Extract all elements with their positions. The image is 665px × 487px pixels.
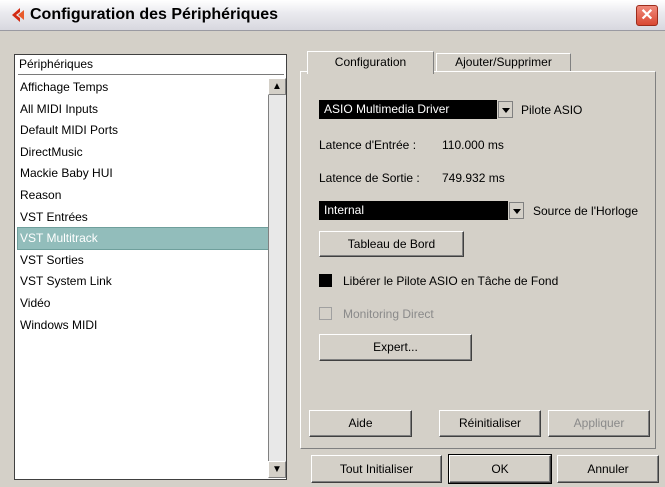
asio-driver-select[interactable]: ASIO Multimedia Driver bbox=[319, 100, 497, 119]
release-driver-label: Libérer le Pilote ASIO en Tâche de Fond bbox=[343, 274, 559, 288]
reset-all-button[interactable]: Tout Initialiser bbox=[311, 455, 442, 483]
list-item[interactable]: Reason bbox=[20, 185, 266, 206]
monitoring-direct-label: Monitoring Direct bbox=[343, 307, 434, 321]
input-latency-label: Latence d'Entrée : bbox=[319, 138, 417, 152]
list-item[interactable]: All MIDI Inputs bbox=[20, 99, 266, 120]
list-item[interactable]: Vidéo bbox=[20, 293, 266, 314]
list-item[interactable]: Default MIDI Ports bbox=[20, 120, 266, 141]
tab-add-remove[interactable]: Ajouter/Supprimer bbox=[436, 53, 571, 71]
input-latency-value: 110.000 ms bbox=[442, 138, 504, 152]
output-latency-label: Latence de Sortie : bbox=[319, 171, 420, 185]
close-button[interactable]: ✕ bbox=[636, 5, 658, 26]
chevron-down-icon[interactable] bbox=[498, 101, 513, 118]
expert-button[interactable]: Expert... bbox=[319, 334, 472, 361]
header-divider bbox=[18, 74, 284, 75]
release-driver-checkbox[interactable] bbox=[319, 274, 332, 287]
arrow-down-icon: ▼ bbox=[272, 464, 282, 475]
list-item[interactable]: Windows MIDI bbox=[20, 315, 266, 336]
list-item[interactable]: Affichage Temps bbox=[20, 77, 266, 98]
chevron-down-icon[interactable] bbox=[509, 202, 524, 219]
list-item[interactable]: VST System Link bbox=[20, 271, 266, 292]
help-button[interactable]: Aide bbox=[309, 410, 412, 437]
clock-source-select[interactable]: Internal bbox=[319, 201, 508, 220]
list-item[interactable]: VST Sorties bbox=[20, 250, 266, 271]
configuration-panel bbox=[300, 71, 656, 449]
apply-button[interactable]: Appliquer bbox=[548, 410, 650, 437]
list-scrollbar[interactable] bbox=[268, 78, 286, 478]
monitoring-direct-checkbox[interactable] bbox=[319, 307, 332, 320]
output-latency-value: 749.932 ms bbox=[442, 171, 505, 185]
cancel-button[interactable]: Annuler bbox=[557, 455, 659, 483]
scroll-down-button[interactable]: ▼ bbox=[268, 461, 286, 478]
clock-source-label: Source de l'Horloge bbox=[533, 204, 639, 218]
reset-button[interactable]: Réinitialiser bbox=[439, 410, 541, 437]
arrow-up-icon: ▲ bbox=[272, 81, 282, 92]
list-item[interactable]: Mackie Baby HUI bbox=[20, 163, 266, 184]
cubase-arrow-icon bbox=[8, 6, 26, 24]
list-item[interactable]: VST Entrées bbox=[20, 207, 266, 228]
scroll-up-button[interactable]: ▲ bbox=[268, 78, 286, 95]
list-item[interactable]: DirectMusic bbox=[20, 142, 266, 163]
control-panel-button[interactable]: Tableau de Bord bbox=[319, 231, 464, 257]
tab-configuration[interactable]: Configuration bbox=[307, 51, 434, 74]
devices-list-header: Périphériques bbox=[19, 57, 94, 71]
window-title: Configuration des Périphériques bbox=[30, 6, 279, 23]
list-item[interactable]: VST Multitrack bbox=[17, 227, 271, 251]
asio-driver-label: Pilote ASIO bbox=[521, 103, 583, 117]
ok-button[interactable]: OK bbox=[448, 454, 552, 484]
